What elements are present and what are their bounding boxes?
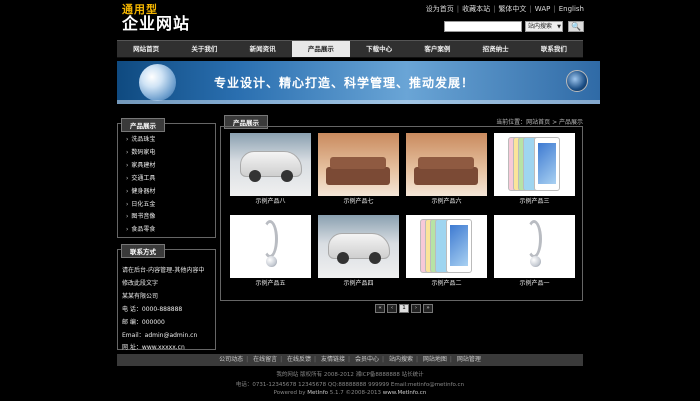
contact-email[interactable]: Email：admin@admin.cn bbox=[122, 330, 204, 343]
footer-link[interactable]: 公司动态 bbox=[219, 356, 243, 363]
product-card[interactable]: 示例产品一 bbox=[494, 215, 575, 292]
banner-stripe bbox=[117, 100, 600, 104]
footer-link[interactable]: 网站地图 bbox=[423, 356, 447, 363]
category-item[interactable]: 日化五金 bbox=[126, 199, 155, 212]
category-item[interactable]: 洗品珠宝 bbox=[126, 134, 155, 147]
footer-link[interactable]: 会员中心 bbox=[355, 356, 379, 363]
search-scope-label: 站内搜索 bbox=[528, 22, 553, 30]
nav-item-products[interactable]: 产品展示 bbox=[291, 41, 350, 57]
ipad-image[interactable] bbox=[406, 215, 487, 278]
wap-link[interactable]: WAP bbox=[535, 5, 551, 13]
contact-line: 修改此段文字 bbox=[122, 279, 159, 287]
product-card[interactable]: 示例产品四 bbox=[318, 215, 399, 292]
product-name[interactable]: 示例产品八 bbox=[230, 196, 311, 208]
contact-info: 请在后台-内容管理-其他内容中 修改此段文字 某某有限公司 电 话：0000-8… bbox=[122, 265, 204, 355]
site-logo[interactable]: 通用型 企业网站 bbox=[122, 4, 192, 34]
car-image[interactable] bbox=[230, 133, 311, 196]
contact-panel-title: 联系方式 bbox=[121, 244, 165, 258]
contact-line: 请在后台-内容管理-其他内容中 bbox=[122, 267, 205, 274]
footer-nav: 公司动态 | 在线留言 | 在线反馈 | 友情链接 | 会员中心 | 站内搜索 | 网站地图… bbox=[117, 354, 583, 366]
main-nav: 网站首页 关于我们 新闻资讯 产品展示 下载中心 客户案例 招贤纳士 联系我们 bbox=[117, 40, 583, 58]
contact-panel: 联系方式 请在后台-内容管理-其他内容中 修改此段文字 某某有限公司 电 话：0… bbox=[117, 244, 216, 351]
current-page[interactable]: 1 bbox=[399, 304, 409, 313]
category-item[interactable]: 家具建材 bbox=[126, 160, 155, 173]
category-item[interactable]: 健身器材 bbox=[126, 186, 155, 199]
hero-banner: 专业设计、精心打造、科学管理、推动发展！ bbox=[117, 61, 600, 104]
product-name[interactable]: 示例产品一 bbox=[494, 278, 575, 290]
copyright-text: 我的网站 版权所有 2008-2012 湘ICP备8888888 站长统计 bbox=[276, 372, 424, 378]
sofa-image[interactable] bbox=[318, 133, 399, 196]
pendant-image[interactable] bbox=[230, 215, 311, 278]
banner-slogan: 专业设计、精心打造、科学管理、推动发展！ bbox=[214, 76, 475, 90]
nav-item-downloads[interactable]: 下载中心 bbox=[350, 41, 408, 57]
category-panel-title: 产品展示 bbox=[121, 118, 165, 132]
logo-title: 企业网站 bbox=[122, 14, 191, 33]
metinfo-link[interactable]: MetInfo bbox=[307, 390, 328, 396]
nav-item-cases[interactable]: 客户案例 bbox=[408, 41, 466, 57]
search-button[interactable]: 🔍 bbox=[568, 20, 584, 32]
product-card[interactable]: 示例产品七 bbox=[318, 133, 399, 210]
category-item[interactable]: 交通工具 bbox=[126, 173, 155, 186]
product-card[interactable]: 示例产品二 bbox=[406, 215, 487, 292]
search-icon: 🔍 bbox=[571, 21, 581, 31]
nav-item-news[interactable]: 新闻资讯 bbox=[234, 41, 292, 57]
nav-item-contact[interactable]: 联系我们 bbox=[525, 41, 583, 57]
powered-by-prefix: Powered by bbox=[273, 390, 308, 396]
footer-link[interactable]: 在线留言 bbox=[253, 356, 277, 363]
traditional-chinese-link[interactable]: 繁体中文 bbox=[498, 5, 526, 13]
category-item[interactable]: 数码家电 bbox=[126, 147, 155, 160]
search-bar: 站内搜索 ▼ 🔍 bbox=[444, 20, 584, 32]
product-name[interactable]: 示例产品三 bbox=[494, 196, 575, 208]
category-item[interactable]: 食品零食 bbox=[126, 224, 155, 237]
product-card[interactable]: 示例产品三 bbox=[494, 133, 575, 210]
product-grid: 示例产品八 示例产品七 示例产品六 示例产品三 示例产品五 示例产品四 示例产品… bbox=[230, 133, 577, 292]
category-item[interactable]: 图书音像 bbox=[126, 211, 155, 224]
footer-link[interactable]: 友情链接 bbox=[321, 356, 345, 363]
product-card[interactable]: 示例产品五 bbox=[230, 215, 311, 292]
nav-item-about[interactable]: 关于我们 bbox=[175, 41, 233, 57]
category-panel: 产品展示 洗品珠宝 数码家电 家具建材 交通工具 健身器材 日化五金 图书音像 … bbox=[117, 118, 216, 238]
orb-icon bbox=[566, 70, 588, 92]
product-name[interactable]: 示例产品四 bbox=[318, 278, 399, 290]
pendant-image[interactable] bbox=[494, 215, 575, 278]
pagination: « ‹ 1 › » bbox=[375, 304, 433, 313]
ipad-image[interactable] bbox=[494, 133, 575, 196]
footer-link[interactable]: 网站管理 bbox=[457, 356, 481, 363]
product-name[interactable]: 示例产品六 bbox=[406, 196, 487, 208]
footer-link[interactable]: 站内搜索 bbox=[389, 356, 413, 363]
next-page-button[interactable]: › bbox=[411, 304, 421, 313]
powered-by: Powered by MetInfo 5.1.7 ©2008-2013 www.… bbox=[117, 390, 583, 396]
breadcrumb: 当前位置：网站首页 > 产品展示 bbox=[496, 119, 583, 126]
globe-icon bbox=[139, 64, 176, 101]
prev-page-button[interactable]: ‹ bbox=[387, 304, 397, 313]
product-card[interactable]: 示例产品六 bbox=[406, 133, 487, 210]
contact-footer-text: 电话：0731-12345678 12345678 QQ:88888888 99… bbox=[235, 382, 465, 388]
search-scope-select[interactable]: 站内搜索 ▼ bbox=[525, 20, 563, 32]
powered-by-version: 5.1.7 ©2008-2013 bbox=[328, 390, 383, 396]
contact-postcode: 邮 编：000000 bbox=[122, 318, 165, 326]
footer-link[interactable]: 在线反馈 bbox=[287, 356, 311, 363]
product-name[interactable]: 示例产品七 bbox=[318, 196, 399, 208]
chevron-down-icon: ▼ bbox=[557, 23, 561, 30]
nav-item-jobs[interactable]: 招贤纳士 bbox=[467, 41, 525, 57]
contact-company: 某某有限公司 bbox=[122, 292, 159, 300]
product-card[interactable]: 示例产品八 bbox=[230, 133, 311, 210]
english-link[interactable]: English bbox=[559, 5, 584, 13]
last-page-button[interactable]: » bbox=[423, 304, 433, 313]
car-image[interactable] bbox=[318, 215, 399, 278]
sofa-image[interactable] bbox=[406, 133, 487, 196]
set-homepage-link[interactable]: 设为首页 bbox=[426, 5, 454, 13]
metinfo-site-link[interactable]: www.MetInfo.cn bbox=[383, 390, 427, 396]
top-links: 设为首页 | 收藏本站 | 繁体中文 | WAP | English bbox=[425, 5, 584, 13]
product-name[interactable]: 示例产品五 bbox=[230, 278, 311, 290]
product-box: 示例产品八 示例产品七 示例产品六 示例产品三 示例产品五 示例产品四 示例产品… bbox=[220, 126, 583, 301]
product-name[interactable]: 示例产品二 bbox=[406, 278, 487, 290]
bookmark-link[interactable]: 收藏本站 bbox=[462, 5, 490, 13]
first-page-button[interactable]: « bbox=[375, 304, 385, 313]
search-input[interactable] bbox=[444, 20, 522, 32]
category-list: 洗品珠宝 数码家电 家具建材 交通工具 健身器材 日化五金 图书音像 食品零食 bbox=[126, 134, 155, 237]
contact-phone: 电 话：0000-888888 bbox=[122, 305, 183, 313]
nav-item-home[interactable]: 网站首页 bbox=[117, 41, 175, 57]
